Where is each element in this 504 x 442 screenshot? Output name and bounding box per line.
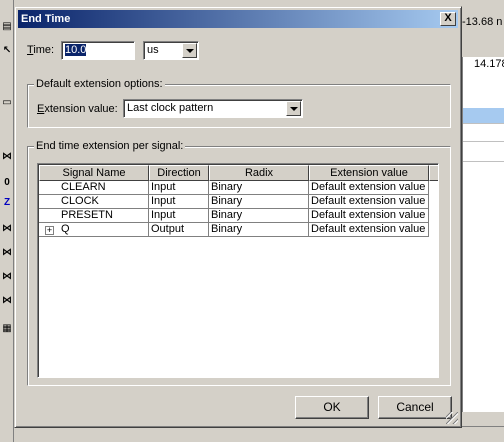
extension-cell: Default extension value	[309, 181, 429, 195]
wave-tool-icon[interactable]: ⋈	[1, 294, 13, 308]
direction-cell: Input	[149, 195, 209, 209]
wave-tool-icon[interactable]: ⋈	[1, 270, 13, 284]
resize-grip[interactable]	[446, 412, 458, 424]
toolbar-button[interactable]: ▤	[1, 20, 13, 34]
toolbar-button[interactable]: ▭	[1, 96, 13, 110]
close-icon: X	[444, 12, 452, 24]
radix-cell: Binary	[209, 223, 309, 237]
time-input-value: 10.0	[65, 44, 87, 56]
direction-cell: Output	[149, 223, 209, 237]
table-row[interactable]: CLOCK Input Binary Default extension val…	[39, 195, 438, 209]
z-tool-icon[interactable]: Z	[1, 196, 13, 210]
column-header-radix[interactable]: Radix	[209, 165, 309, 181]
left-toolbar: ▤ ↖ ▭ ⋈ 0 Z ⋈ ⋈ ⋈ ⋈ ▦	[0, 0, 14, 442]
end-time-dialog: End Time X Time: 10.0 us Default extensi…	[14, 6, 462, 428]
pointer-tool-icon[interactable]: ↖	[1, 44, 13, 58]
ok-button[interactable]: OK	[295, 396, 369, 419]
cancel-button[interactable]: Cancel	[378, 396, 452, 419]
chevron-down-icon[interactable]	[286, 101, 301, 116]
time-readout: -13.68 n	[462, 16, 503, 28]
time-label-text: ime:	[33, 44, 55, 56]
radix-cell: Binary	[209, 195, 309, 209]
time-unit-value: us	[147, 44, 159, 56]
column-header-extension-value[interactable]: Extension value	[309, 165, 429, 181]
time-input[interactable]: 10.0	[61, 41, 135, 60]
extension-value-selected: Last clock pattern	[127, 102, 214, 114]
extension-cell: Default extension value	[309, 223, 429, 237]
waveform-row[interactable]	[463, 126, 504, 142]
direction-cell: Input	[149, 209, 209, 223]
default-extension-group-title: Default extension options:	[34, 78, 165, 90]
wave-tool-icon[interactable]: ⋈	[1, 246, 13, 260]
wave-tool-icon[interactable]: ⋈	[1, 222, 13, 236]
signal-name-cell: PRESETN	[39, 209, 149, 223]
signal-name-cell: CLOCK	[39, 195, 149, 209]
wave-tool-icon[interactable]: ⋈	[1, 150, 13, 164]
table-header: Signal Name Direction Radix Extension va…	[39, 165, 438, 181]
radix-cell: Binary	[209, 209, 309, 223]
grid-tool-icon[interactable]: ▦	[1, 322, 13, 336]
extension-value-label: Extension value:	[37, 103, 118, 115]
signal-name-cell: Q	[39, 223, 149, 237]
extension-cell: Default extension value	[309, 209, 429, 223]
extension-value-select[interactable]: Last clock pattern	[123, 99, 303, 118]
waveform-row[interactable]	[463, 146, 504, 162]
column-header-direction[interactable]: Direction	[149, 165, 209, 181]
horizontal-scrollbar[interactable]	[14, 426, 504, 442]
time-unit-select[interactable]: us	[143, 41, 199, 60]
direction-cell: Input	[149, 181, 209, 195]
dialog-titlebar[interactable]: End Time X	[18, 10, 458, 28]
table-row[interactable]: PRESETN Input Binary Default extension v…	[39, 209, 438, 223]
table-row[interactable]: CLEARN Input Binary Default extension va…	[39, 181, 438, 195]
signal-name-cell: CLEARN	[39, 181, 149, 195]
dialog-title: End Time	[21, 13, 71, 25]
extension-cell: Default extension value	[309, 195, 429, 209]
zero-tool-icon[interactable]: 0	[1, 176, 13, 190]
chevron-down-icon[interactable]	[182, 43, 197, 58]
per-signal-group-title: End time extension per signal:	[34, 140, 186, 152]
extension-value-label-text: xtension value:	[44, 103, 118, 115]
column-header-spacer	[429, 165, 438, 181]
time-label: Time:	[27, 44, 54, 56]
table-row[interactable]: + Q Output Binary Default extension valu…	[39, 223, 438, 237]
waveform-row[interactable]	[463, 108, 504, 124]
cursor-readout: 14.178	[474, 58, 504, 70]
signal-table: Signal Name Direction Radix Extension va…	[37, 163, 439, 378]
radix-cell: Binary	[209, 181, 309, 195]
close-button[interactable]: X	[440, 12, 456, 26]
column-header-signal-name[interactable]: Signal Name	[39, 165, 149, 181]
